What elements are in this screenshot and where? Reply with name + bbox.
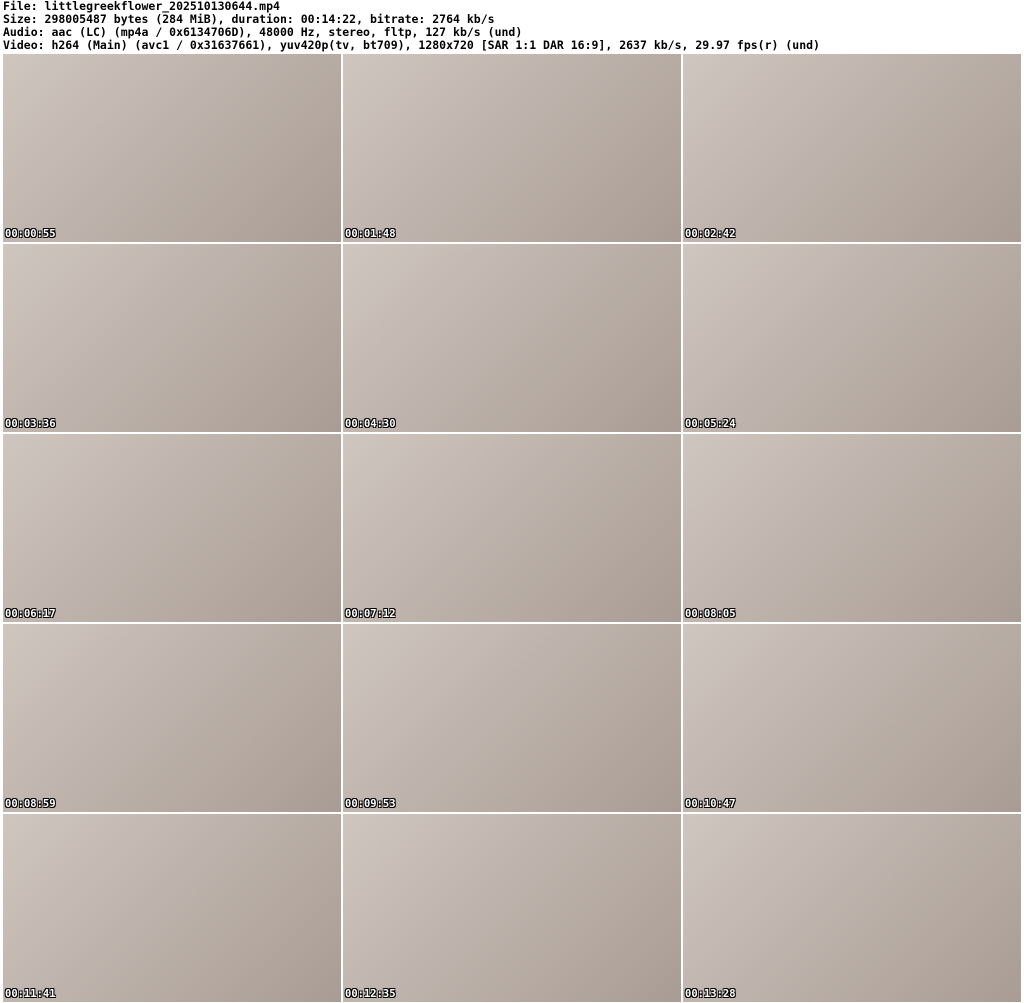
timestamp-label: 00:03:36 <box>5 418 56 430</box>
video-info: Video: h264 (Main) (avc1 / 0x31637661), … <box>3 38 820 52</box>
timestamp-label: 00:11:41 <box>5 988 56 1000</box>
thumbnail-frame: 00:02:42 <box>683 54 1021 242</box>
thumbnail-frame: 00:06:17 <box>3 434 341 622</box>
timestamp-label: 00:06:17 <box>5 608 56 620</box>
timestamp-label: 00:01:48 <box>345 228 396 240</box>
thumbnail-frame: 00:08:05 <box>683 434 1021 622</box>
thumbnail-grid: 00:00:55 00:01:48 00:02:42 00:03:36 00:04:30… <box>2 53 1022 1003</box>
thumbnail-frame: 00:11:41 <box>3 814 341 1002</box>
thumbnail-frame: 00:00:55 <box>3 54 341 242</box>
timestamp-label: 00:05:24 <box>685 418 736 430</box>
timestamp-label: 00:09:53 <box>345 798 396 810</box>
thumbnail-frame: 00:05:24 <box>683 244 1021 432</box>
thumbnail-frame: 00:10:47 <box>683 624 1021 812</box>
thumbnail-frame: 00:13:28 <box>683 814 1021 1002</box>
thumbnail-frame: 00:07:12 <box>343 434 681 622</box>
thumbnail-frame: 00:01:48 <box>343 54 681 242</box>
thumbnail-frame: 00:09:53 <box>343 624 681 812</box>
timestamp-label: 00:00:55 <box>5 228 56 240</box>
thumbnail-frame: 00:03:36 <box>3 244 341 432</box>
timestamp-label: 00:02:42 <box>685 228 736 240</box>
timestamp-label: 00:12:35 <box>345 988 396 1000</box>
thumbnail-frame: 00:12:35 <box>343 814 681 1002</box>
timestamp-label: 00:08:05 <box>685 608 736 620</box>
timestamp-label: 00:13:28 <box>685 988 736 1000</box>
timestamp-label: 00:04:30 <box>345 418 396 430</box>
timestamp-label: 00:10:47 <box>685 798 736 810</box>
thumbnail-frame: 00:08:59 <box>3 624 341 812</box>
timestamp-label: 00:08:59 <box>5 798 56 810</box>
thumbnail-frame: 00:04:30 <box>343 244 681 432</box>
timestamp-label: 00:07:12 <box>345 608 396 620</box>
file-info-header: File: littlegreekflower_202510130644.mp4… <box>3 0 820 52</box>
